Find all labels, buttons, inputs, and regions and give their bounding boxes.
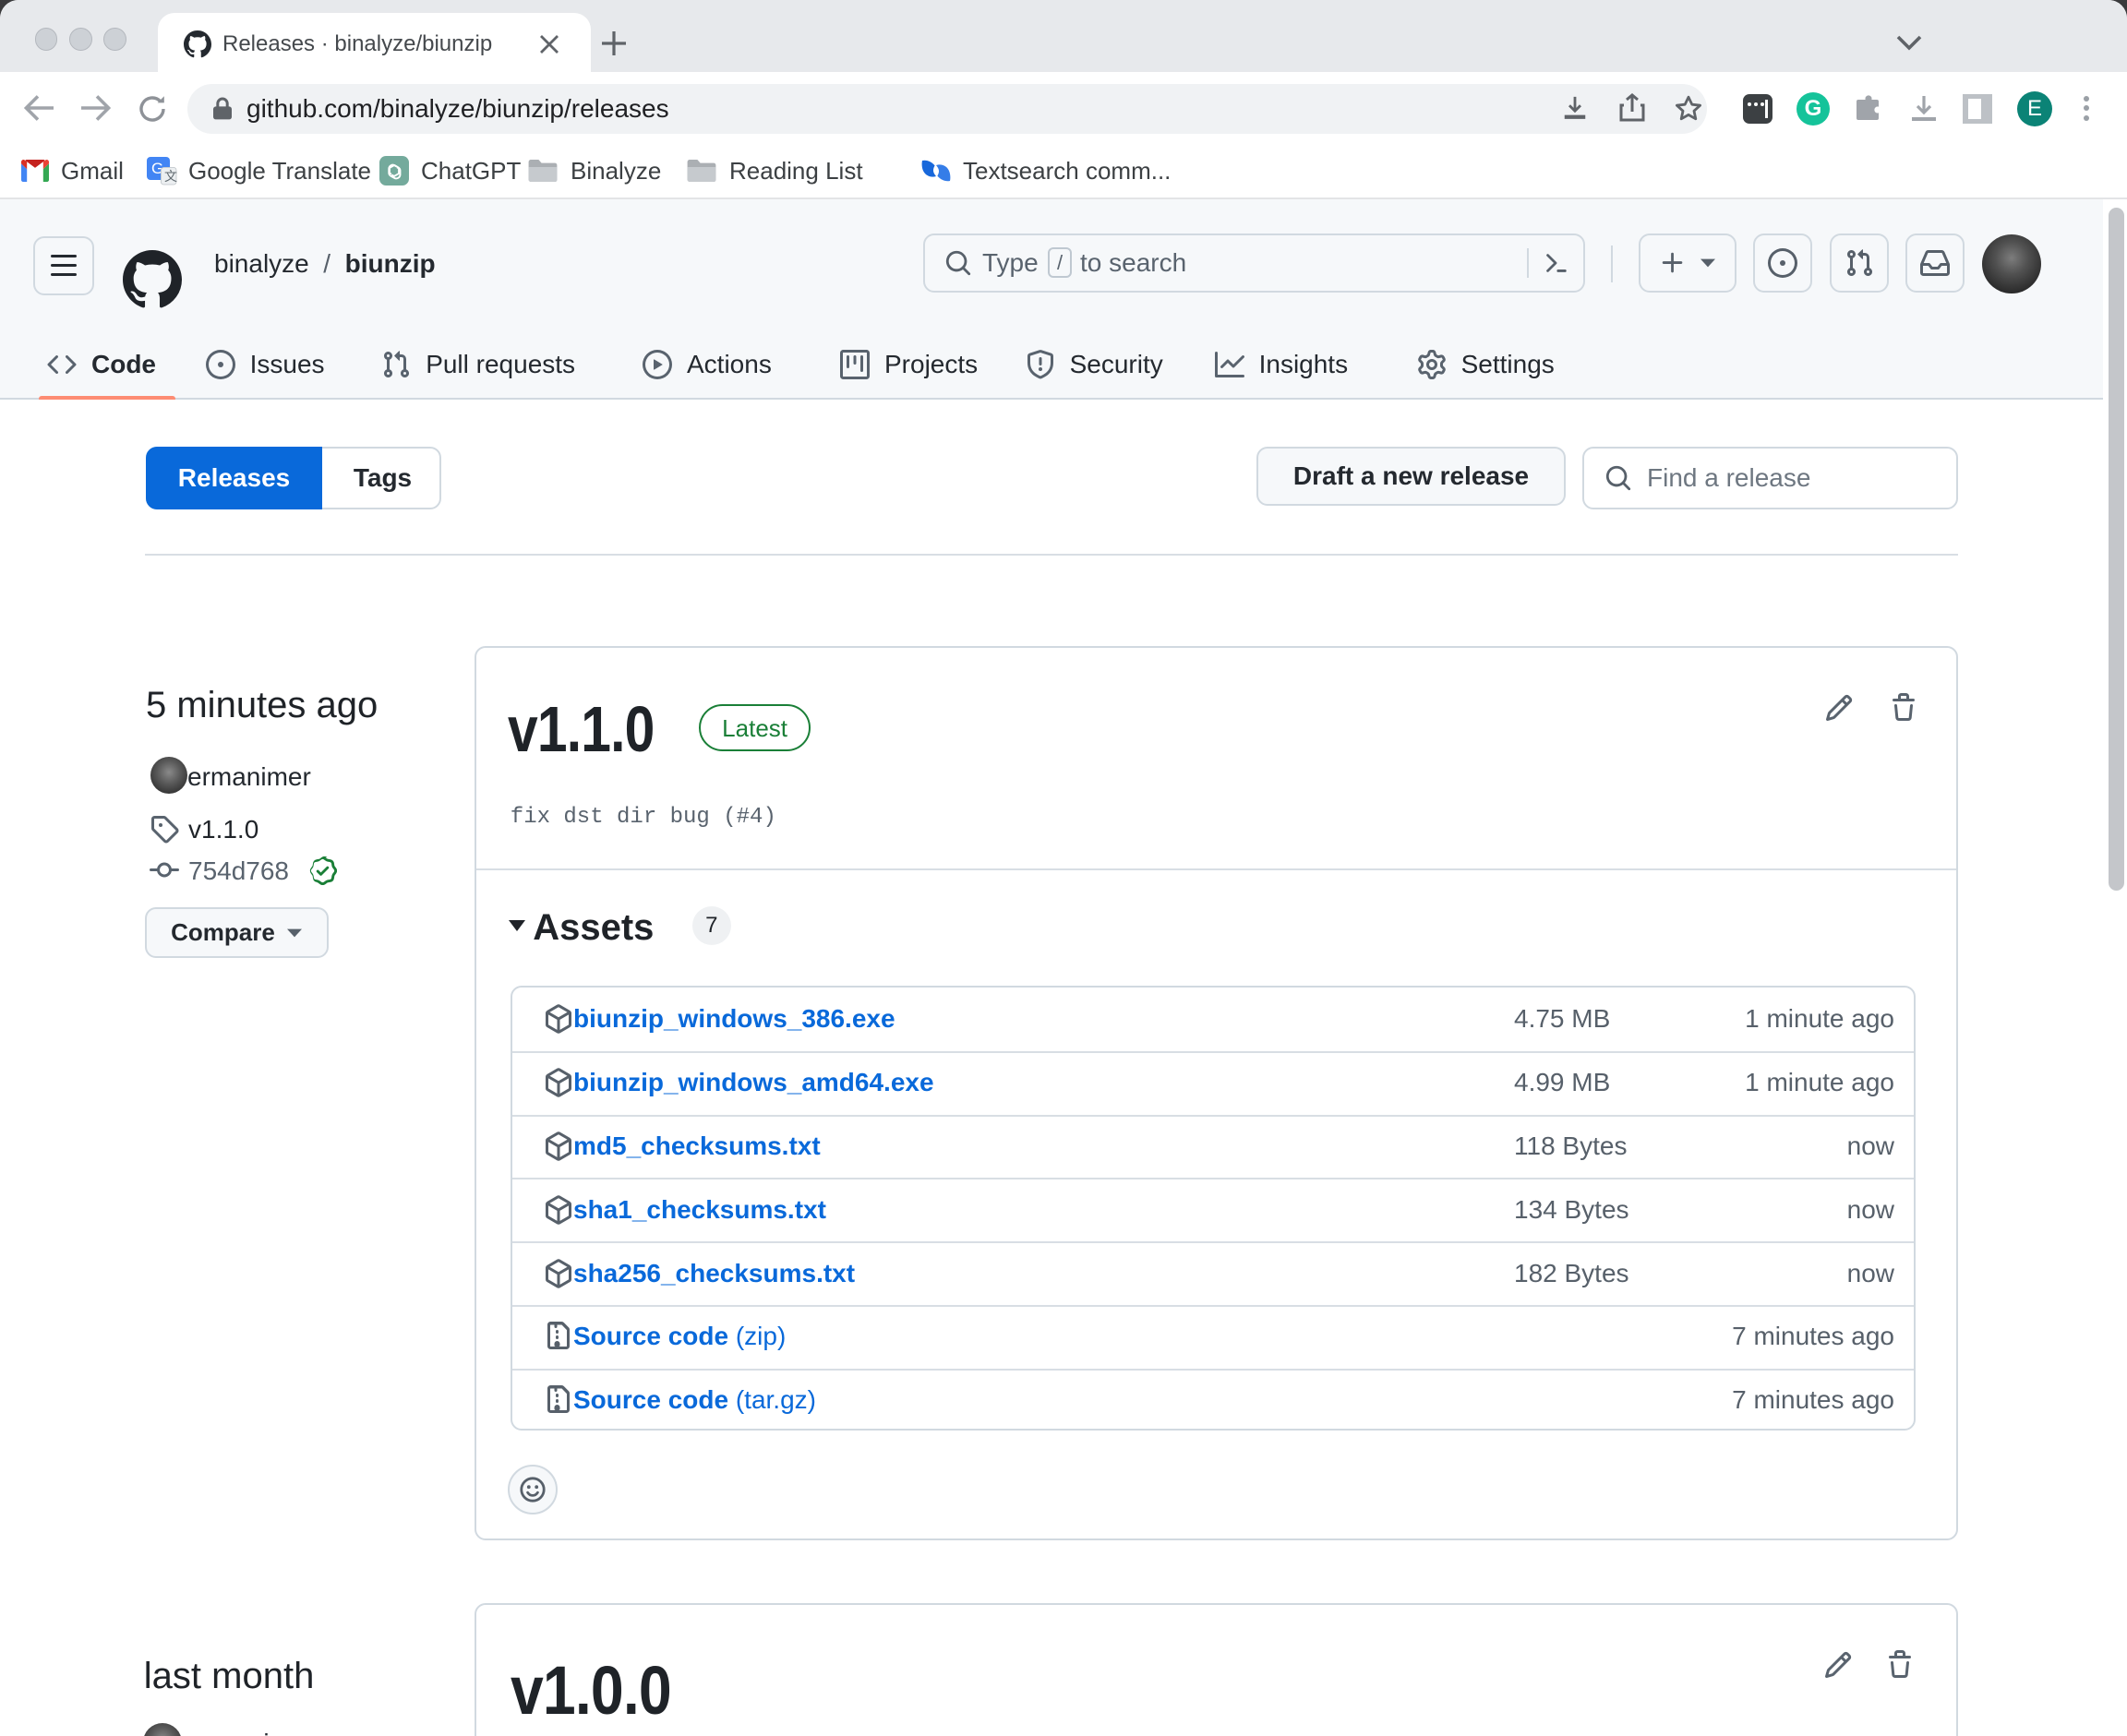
svg-text:文: 文: [164, 169, 177, 184]
